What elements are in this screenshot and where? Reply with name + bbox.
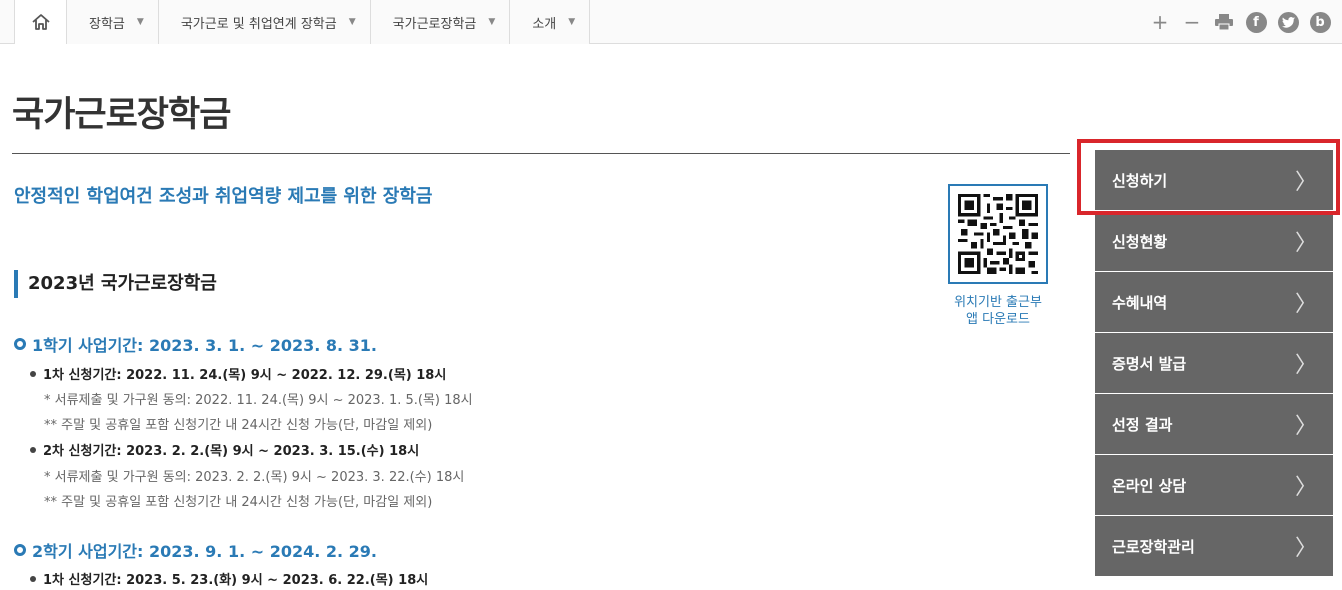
title-divider [12,153,1070,154]
nav-item-label: 소개 [532,16,557,32]
twitter-icon [1277,11,1299,33]
side-menu-selection-result[interactable]: 선정 결과 〉 [1095,394,1333,455]
application-note: ** 주말 및 공휴일 포함 신청기간 내 24시간 신청 가능(단, 마감일 … [44,495,433,510]
side-menu-label: 신청현황 [1112,232,1168,251]
side-menu-status[interactable]: 신청현황 〉 [1095,211,1333,272]
ring-bullet-icon [14,338,26,350]
application-period: 2차 신청기간: 2023. 2. 2.(목) 9시 ~ 2023. 3. 15… [30,440,419,459]
blog-share-button[interactable]: b [1308,10,1332,34]
side-menu-label: 근로장학관리 [1112,537,1195,556]
minus-icon: − [1183,10,1201,34]
side-menu: 신청하기 〉 신청현황 〉 수혜내역 〉 증명서 발급 〉 선정 결과 〉 온라… [1095,150,1333,577]
zoom-in-button[interactable]: + [1148,10,1172,34]
period-label: 1학기 사업기간: 2023. 3. 1. ~ 2023. 8. 31. [32,336,378,355]
top-navigation-bar: 장학금 ▼ 국가근로 및 취업연계 장학금 ▼ 국가근로장학금 ▼ 소개 ▼ +… [0,0,1342,44]
nav-item-label: 장학금 [89,16,125,32]
plus-icon: + [1151,10,1169,34]
period-heading-2: 2학기 사업기간: 2023. 9. 1. ~ 2024. 2. 29. [14,538,377,562]
application-label: 1차 신청기간: 2023. 5. 23.(화) 9시 ~ 2023. 6. 2… [43,573,429,588]
nav-item-label: 국가근로장학금 [392,16,477,32]
side-menu-certificate[interactable]: 증명서 발급 〉 [1095,333,1333,394]
chevron-right-icon: 〉 [1294,231,1317,256]
chevron-right-icon: 〉 [1294,414,1317,439]
side-menu-label: 증명서 발급 [1112,354,1187,373]
nav-item-scholarship[interactable]: 장학금 ▼ [67,0,159,44]
qr-caption-line: 앱 다운로드 [966,312,1030,327]
side-menu-label: 온라인 상담 [1112,476,1187,495]
dot-bullet-icon [30,370,36,377]
application-label: 2차 신청기간: 2023. 2. 2.(목) 9시 ~ 2023. 3. 15… [43,444,420,459]
side-menu-label: 수혜내역 [1112,293,1168,312]
nav-item-intro[interactable]: 소개 ▼ [510,0,591,44]
side-menu-label: 선정 결과 [1112,415,1173,434]
chevron-right-icon: 〉 [1294,475,1317,500]
home-icon [31,14,50,30]
period-label: 2학기 사업기간: 2023. 9. 1. ~ 2024. 2. 29. [32,542,378,561]
page-subtitle: 안정적인 학업여건 조성과 취업역량 제고를 위한 장학금 [14,186,433,207]
qr-code-icon [958,194,1038,274]
nav-item-work-scholarship[interactable]: 국가근로 및 취업연계 장학금 ▼ [158,0,371,44]
section-heading: 2023년 국가근로장학금 [14,270,217,298]
period-heading-1: 1학기 사업기간: 2023. 3. 1. ~ 2023. 8. 31. [14,332,377,356]
caret-down-icon: ▼ [568,17,576,27]
application-note: * 서류제출 및 가구원 동의: 2022. 11. 24.(목) 9시 ~ 2… [44,393,473,408]
side-menu-history[interactable]: 수혜내역 〉 [1095,272,1333,333]
application-note: * 서류제출 및 가구원 동의: 2023. 2. 2.(목) 9시 ~ 202… [44,470,465,485]
qr-code-link[interactable] [948,184,1048,284]
chevron-right-icon: 〉 [1294,353,1317,378]
blog-icon: b [1309,11,1331,33]
side-menu-apply[interactable]: 신청하기 〉 [1095,150,1333,211]
chevron-right-icon: 〉 [1294,292,1317,317]
caret-down-icon: ▼ [488,17,496,27]
application-period: 1차 신청기간: 2022. 11. 24.(목) 9시 ~ 2022. 12.… [30,364,446,383]
dot-bullet-icon [30,575,36,582]
chevron-right-icon: 〉 [1294,536,1317,561]
ring-bullet-icon [14,544,26,556]
application-note: ** 주말 및 공휴일 포함 신청기간 내 24시간 신청 가능(단, 마감일 … [44,418,433,433]
qr-caption[interactable]: 위치기반 출근부 앱 다운로드 [930,294,1066,328]
nav-item-national-work[interactable]: 국가근로장학금 ▼ [370,0,511,44]
application-label: 1차 신청기간: 2022. 11. 24.(목) 9시 ~ 2022. 12.… [43,368,447,383]
facebook-icon: f [1245,11,1267,33]
caret-down-icon: ▼ [348,17,356,27]
chevron-right-icon: 〉 [1294,170,1317,195]
page-tools: + − f b [1148,0,1332,44]
facebook-share-button[interactable]: f [1244,10,1268,34]
home-button[interactable] [15,0,67,44]
twitter-share-button[interactable] [1276,10,1300,34]
side-menu-work-management[interactable]: 근로장학관리 〉 [1095,516,1333,577]
breadcrumb-nav: 장학금 ▼ 국가근로 및 취업연계 장학금 ▼ 국가근로장학금 ▼ 소개 ▼ [14,0,591,44]
application-period: 1차 신청기간: 2023. 5. 23.(화) 9시 ~ 2023. 6. 2… [30,569,428,588]
side-menu-online-consult[interactable]: 온라인 상담 〉 [1095,455,1333,516]
zoom-out-button[interactable]: − [1180,10,1204,34]
page-title: 국가근로장학금 [12,95,231,135]
dot-bullet-icon [30,446,36,453]
qr-caption-line: 위치기반 출근부 [954,295,1042,310]
side-menu-label: 신청하기 [1112,171,1168,190]
print-button[interactable] [1212,10,1236,34]
caret-down-icon: ▼ [136,17,144,27]
nav-item-label: 국가근로 및 취업연계 장학금 [180,16,337,32]
print-icon [1215,14,1233,30]
